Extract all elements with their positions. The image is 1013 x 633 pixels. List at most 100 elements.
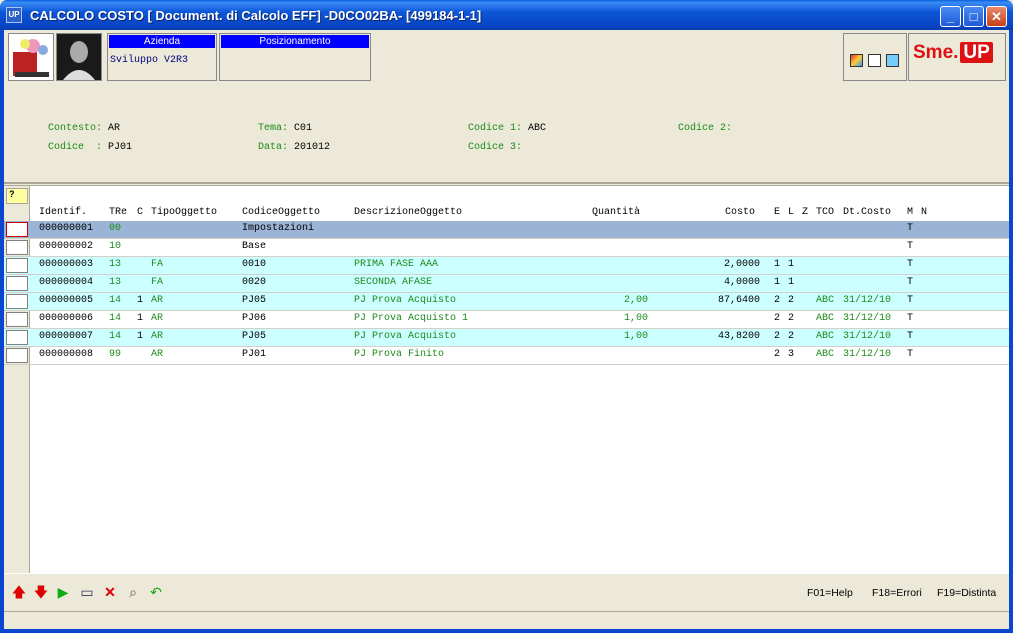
cell-c: 1 <box>137 313 144 324</box>
table-row[interactable]: 000000007 14 1 AR PJ05 PJ Prova Acquisto 1,00 4… <box>4 329 1009 347</box>
row-selector[interactable] <box>6 294 28 309</box>
col-z[interactable]: Z <box>802 207 808 218</box>
row-selector[interactable] <box>6 312 28 327</box>
status-bar <box>4 611 1009 629</box>
col-c[interactable]: C <box>137 207 143 218</box>
close-button[interactable]: ✕ <box>986 6 1007 27</box>
cell-tre: 14 <box>109 295 122 306</box>
cell-quantita: 1,00 <box>623 331 648 342</box>
codice2-label: Codice 2: <box>678 123 733 134</box>
table-row[interactable]: 000000005 14 1 AR PJ05 PJ Prova Acquisto 2,00 8… <box>4 293 1009 311</box>
cell-tre: 99 <box>109 349 122 360</box>
contesto-label: Contesto: <box>48 123 103 134</box>
user-avatar[interactable] <box>56 33 102 81</box>
arrow-down-icon[interactable]: 🡇 <box>32 583 50 601</box>
cell-descr: PJ Prova Finito <box>354 349 445 360</box>
row-selector[interactable] <box>6 240 28 255</box>
cell-l: 2 <box>788 331 795 342</box>
col-m[interactable]: M <box>907 207 913 218</box>
col-tco[interactable]: TCO <box>816 207 834 218</box>
link-icon[interactable]: ▭ <box>78 583 96 601</box>
col-l[interactable]: L <box>788 207 794 218</box>
cell-dtcosto: 31/12/10 <box>843 331 892 342</box>
cell-l: 1 <box>788 259 795 270</box>
data-field: Data: 201012 <box>258 142 330 153</box>
refresh-icon[interactable]: ↶ <box>147 583 165 601</box>
cell-c: 1 <box>137 331 144 342</box>
table-row[interactable]: 000000003 13 FA 0010 PRIMA FASE AAA 2,0000 1 1 T <box>4 257 1009 275</box>
cell-codice: Impostazioni <box>242 223 315 234</box>
f19-distinta[interactable]: F19=Distinta <box>937 587 996 599</box>
cell-quantita: 2,00 <box>623 295 648 306</box>
cell-quantita: 1,00 <box>623 313 648 324</box>
cell-identif: 000000004 <box>39 277 94 288</box>
palette-icon[interactable] <box>850 54 863 67</box>
cell-m: T <box>907 241 914 252</box>
col-dtcosto[interactable]: Dt.Costo <box>843 207 891 218</box>
cell-dtcosto: 31/12/10 <box>843 295 892 306</box>
cell-costo: 2,0000 <box>723 259 760 270</box>
tema-label: Tema: <box>258 123 289 134</box>
f18-errori[interactable]: F18=Errori <box>872 587 922 599</box>
book-icon[interactable] <box>886 54 899 67</box>
arrow-up-icon[interactable]: 🡅 <box>10 583 28 601</box>
col-tre[interactable]: TRe <box>109 207 127 218</box>
col-costo[interactable]: Costo <box>725 207 755 218</box>
quick-icons <box>843 33 907 81</box>
cell-codice: Base <box>242 241 267 252</box>
smeup-logo: Sme. UP <box>908 33 1006 81</box>
maximize-button[interactable]: □ <box>963 6 984 27</box>
play-icon[interactable]: ▶ <box>54 583 72 601</box>
table-row[interactable]: 000000004 13 FA 0020 SECONDA AFASE 4,0000 1 1 T <box>4 275 1009 293</box>
f01-help[interactable]: F01=Help <box>807 587 853 599</box>
cell-tre: 14 <box>109 331 122 342</box>
col-n[interactable]: N <box>921 207 927 218</box>
window-title: CALCOLO COSTO [ Document. di Calcolo EFF… <box>30 8 482 23</box>
cell-dtcosto: 31/12/10 <box>843 349 892 360</box>
cell-descr: PJ Prova Acquisto 1 <box>354 313 469 324</box>
col-identif[interactable]: Identif. <box>39 207 87 218</box>
row-selector[interactable] <box>6 348 28 363</box>
cell-tre: 14 <box>109 313 122 324</box>
cell-codice: PJ05 <box>242 331 267 342</box>
codice-label: Codice : <box>48 142 103 153</box>
row-selector[interactable] <box>6 276 28 291</box>
posizionamento-panel[interactable]: Posizionamento <box>219 33 371 81</box>
row-selector[interactable] <box>6 222 28 237</box>
col-descr[interactable]: DescrizioneOggetto <box>354 207 462 218</box>
delete-icon[interactable]: ✕ <box>101 583 119 601</box>
cell-identif: 000000001 <box>39 223 94 234</box>
azienda-panel[interactable]: Azienda Sviluppo V2R3 <box>107 33 217 81</box>
codice1-field: Codice 1: ABC <box>468 123 546 134</box>
header-toolbar: Azienda Sviluppo V2R3 Posizionamento Sme… <box>4 30 1009 84</box>
cell-tco: ABC <box>816 331 835 342</box>
posizionamento-value <box>220 49 370 61</box>
data-grid: ? Identif. TRe C TipoOggetto CodiceOgget… <box>4 185 1009 574</box>
cell-e: 1 <box>774 277 781 288</box>
col-e[interactable]: E <box>774 207 780 218</box>
search-icon[interactable]: ⌕ <box>124 583 142 601</box>
col-codice[interactable]: CodiceOggetto <box>242 207 320 218</box>
row-selector[interactable] <box>6 258 28 273</box>
row-selector[interactable] <box>6 330 28 345</box>
context-panel: Contesto: AR Tema: C01 Codice 1: ABC Cod… <box>4 84 1009 184</box>
cell-e: 1 <box>774 259 781 270</box>
app-icon[interactable]: UP <box>6 7 22 23</box>
cell-codice: 0010 <box>242 259 267 270</box>
cell-tipo: AR <box>151 313 164 324</box>
table-row[interactable]: 000000002 10 Base T <box>4 239 1009 257</box>
col-tipo[interactable]: TipoOggetto <box>151 207 217 218</box>
cell-m: T <box>907 259 914 270</box>
cell-e: 2 <box>774 295 781 306</box>
cell-m: T <box>907 313 914 324</box>
cell-tipo: AR <box>151 331 164 342</box>
col-quantita[interactable]: Quantità <box>592 207 640 218</box>
grid-corner-help[interactable]: ? <box>6 188 28 204</box>
azienda-label: Azienda <box>109 35 215 48</box>
document-icon[interactable] <box>868 54 881 67</box>
table-row[interactable]: 000000001 00 Impostazioni T <box>4 221 1009 239</box>
table-row[interactable]: 000000006 14 1 AR PJ06 PJ Prova Acquisto 1 1,0… <box>4 311 1009 329</box>
table-row[interactable]: 000000008 99 AR PJ01 PJ Prova Finito 2 3 ABC 31/… <box>4 347 1009 365</box>
company-logo[interactable] <box>8 33 54 81</box>
minimize-button[interactable]: _ <box>940 6 961 27</box>
